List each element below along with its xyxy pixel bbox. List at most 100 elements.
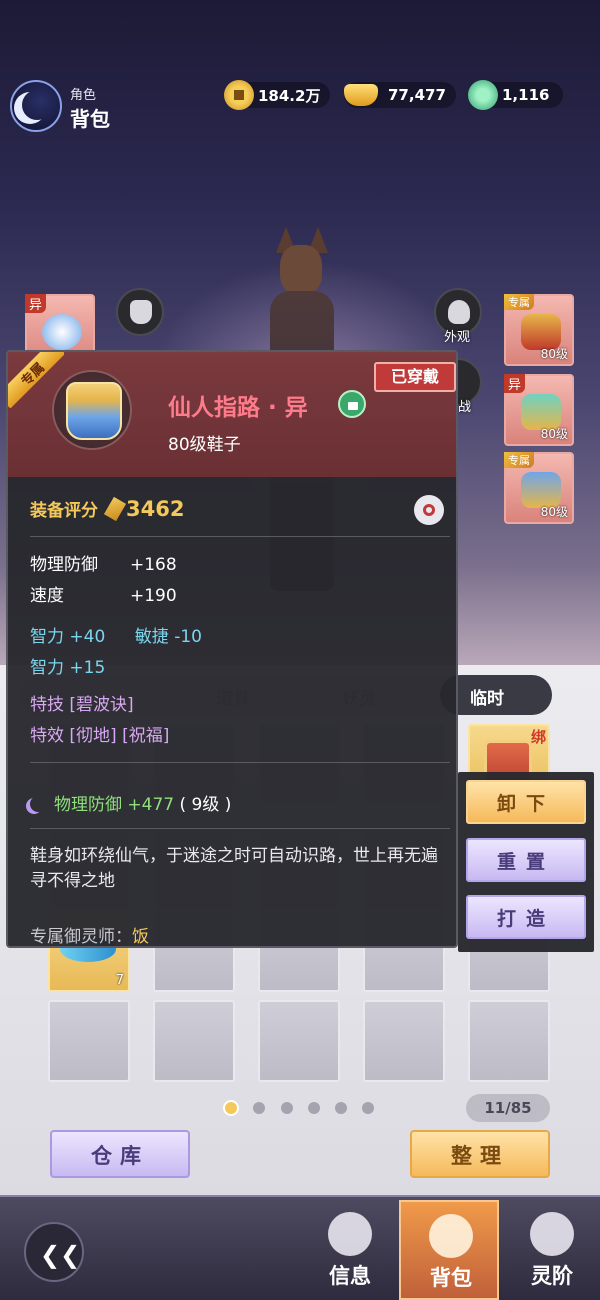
battle-label: 战: [458, 400, 472, 415]
skill-value[interactable]: [碧波诀]: [69, 695, 133, 715]
bag-cell[interactable]: [363, 1000, 445, 1082]
divider: [30, 828, 450, 829]
reset-button[interactable]: 重置: [466, 838, 586, 882]
bag-capacity: 11/85: [466, 1094, 550, 1122]
tooltip-header: 专属 已穿戴 仙人指路 · 异 80级鞋子: [8, 352, 456, 477]
bonus-label: 智力: [30, 658, 64, 678]
eye-icon[interactable]: [414, 495, 444, 525]
jade-icon: [468, 80, 498, 110]
bag-cell[interactable]: [153, 1000, 235, 1082]
page-dot-3[interactable]: [281, 1102, 293, 1114]
owner-row: 专属御灵师：饭: [30, 922, 149, 947]
brush-icon: [103, 496, 127, 522]
owner-label: 专属御灵师：: [30, 927, 132, 947]
armor-icon: [130, 300, 152, 324]
skill-label: 特技: [30, 695, 64, 715]
unlock-icon[interactable]: [338, 390, 366, 418]
exclusive-ribbon: 专属: [8, 352, 64, 408]
coin-icon: [224, 80, 254, 110]
stat-value: +168: [130, 555, 177, 575]
spirit-level: ( 9级 ): [179, 795, 232, 815]
nav-spirit[interactable]: 灵阶: [502, 1200, 600, 1300]
stat-row: 速度 +190: [30, 581, 177, 606]
bag-icon: [429, 1214, 473, 1258]
item-tooltip: 专属 已穿戴 仙人指路 · 异 80级鞋子 装备评分 3462 物理防御 +168 …: [6, 350, 458, 948]
armor-lock-button[interactable]: [116, 288, 164, 336]
equip-slot-right-1[interactable]: 专属 80级: [504, 294, 574, 366]
slot-tag: 异: [25, 294, 47, 313]
ingot-value: 77,477: [388, 86, 446, 104]
back-button[interactable]: ❮❮: [24, 1222, 84, 1282]
stat-row: 物理防御 +168: [30, 550, 177, 575]
item-description: 鞋身如环绕仙气，于迷途之时可自动识路，世上再无遍寻不得之地: [30, 846, 438, 891]
slot-level: 80级: [540, 347, 568, 361]
score-label: 装备评分: [30, 501, 98, 521]
nav-bag-label: 背包: [430, 1266, 472, 1290]
currency-jade[interactable]: 1,116: [468, 80, 564, 110]
bonus-row: 智力 +15: [30, 653, 105, 678]
page-dot-6[interactable]: [362, 1102, 374, 1114]
owner-value: 饭: [132, 927, 149, 947]
bind-tag: 绑: [530, 728, 546, 746]
feather-item-icon: [42, 314, 82, 350]
score-value: 3462: [126, 497, 185, 521]
jade-value: 1,116: [502, 86, 550, 104]
currency-coin[interactable]: 184.2万: [224, 80, 331, 110]
bonus-label: 智力: [30, 627, 64, 647]
slot-tag: 异: [504, 374, 526, 393]
page-dot-1[interactable]: [225, 1102, 237, 1114]
skill-row: 特技 [碧波诀]: [30, 690, 134, 715]
spirit-row: 物理防御 +477 ( 9级 ): [30, 790, 231, 815]
character-head: [280, 245, 322, 295]
stat-label: 物理防御: [30, 555, 98, 575]
coin-value: 184.2万: [258, 86, 321, 105]
slot-tag: 专属: [504, 452, 534, 468]
page-dot-2[interactable]: [253, 1102, 265, 1114]
flame-icon: [530, 1212, 574, 1256]
equipped-badge: 已穿戴: [374, 362, 456, 392]
item-name: 仙人指路 · 异: [168, 395, 308, 421]
stat-value: +190: [130, 586, 177, 606]
bag-cell[interactable]: [258, 1000, 340, 1082]
slot-tag: 专属: [504, 294, 534, 310]
equip-slot-right-2[interactable]: 异 80级: [504, 374, 574, 446]
item-action-menu: 卸下 重置 打造: [458, 772, 594, 952]
nav-bag[interactable]: 背包: [399, 1200, 499, 1300]
nav-info[interactable]: 信息: [300, 1200, 400, 1300]
fist-icon: [328, 1212, 372, 1256]
moon-logo-icon: [10, 80, 62, 132]
ribbon-label: 专属: [8, 352, 64, 408]
bonus-value: +40: [69, 627, 106, 647]
nav-info-label: 信息: [329, 1264, 371, 1288]
forge-button[interactable]: 打造: [466, 895, 586, 939]
tab-temporary[interactable]: 临时: [470, 684, 504, 709]
bonus-value: +15: [69, 658, 106, 678]
spirit-label: 物理防御: [54, 795, 122, 815]
warehouse-button[interactable]: 仓库: [50, 1130, 190, 1178]
equip-slot-right-3[interactable]: 专属 80级: [504, 452, 574, 524]
stack-count: 7: [115, 973, 124, 988]
page-subtitle: 角色: [70, 88, 97, 103]
currency-ingot[interactable]: 77,477: [344, 80, 456, 110]
bonus-label: 敏捷: [134, 627, 169, 647]
moon-icon: [30, 796, 46, 812]
page-dot-4[interactable]: [308, 1102, 320, 1114]
spirit-value: +477: [127, 795, 175, 815]
nav-spirit-label: 灵阶: [531, 1264, 573, 1288]
score-row: 装备评分 3462: [30, 496, 185, 522]
page-dot-5[interactable]: [335, 1102, 347, 1114]
page-title: 背包: [70, 107, 110, 131]
unequip-button[interactable]: 卸下: [466, 780, 586, 824]
sort-button[interactable]: 整理: [410, 1130, 550, 1178]
bonus-row: 智力 +40 敏捷 -10: [30, 622, 202, 647]
effect-label: 特效: [30, 726, 64, 746]
stat-label: 速度: [30, 586, 64, 606]
gold-ingot-icon: [344, 84, 378, 106]
bag-cell[interactable]: [48, 1000, 130, 1082]
slot-level: 80级: [540, 505, 568, 519]
bonus-value: -10: [174, 627, 202, 647]
effect-value[interactable]: [彻地] [祝福]: [69, 726, 169, 746]
boots-icon: [66, 382, 122, 440]
effect-row: 特效 [彻地] [祝福]: [30, 721, 169, 746]
bag-cell[interactable]: [468, 1000, 550, 1082]
